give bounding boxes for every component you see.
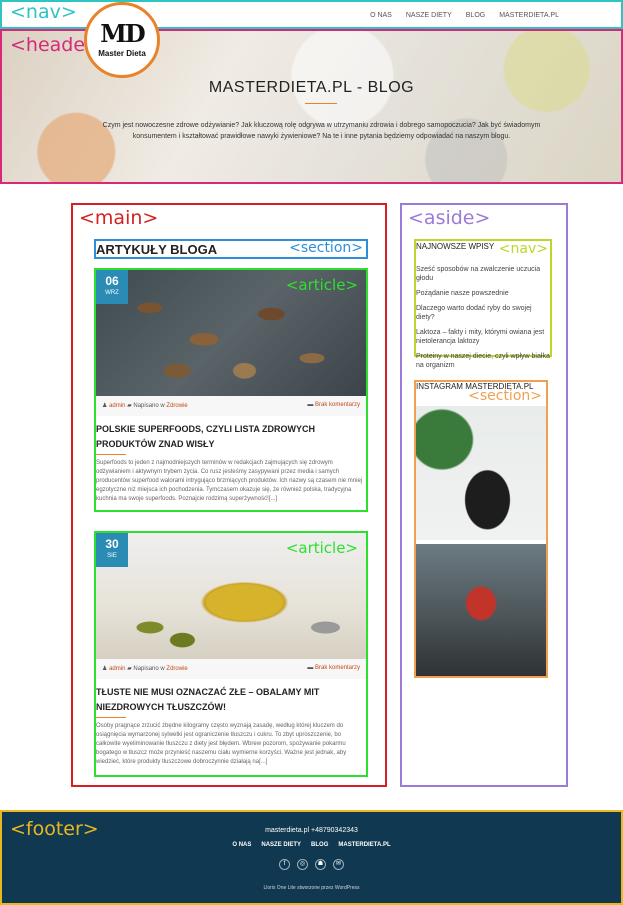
page-title: MASTERDIETA.PL - BLOG: [208, 79, 415, 96]
article-annotation: <article>: [285, 539, 358, 557]
nav-item-nasze-diety[interactable]: NASZE DIETY: [406, 12, 452, 19]
nav-annotation: <nav>: [10, 1, 77, 23]
article-image[interactable]: 06 WRZ <article>: [96, 270, 366, 396]
article-image[interactable]: 30 SIE <article>: [96, 533, 366, 659]
facebook-icon[interactable]: f: [279, 859, 290, 870]
instagram-photo[interactable]: [416, 406, 546, 540]
author-link[interactable]: admin: [109, 403, 125, 409]
logo-mark: MD: [100, 19, 145, 48]
site-logo[interactable]: MD Master Dieta: [84, 2, 160, 78]
section-heading: ARTYKUŁY BLOGA <section>: [94, 239, 368, 259]
date-badge: 30 SIE: [96, 533, 128, 567]
title-divider: [305, 103, 337, 104]
article-meta: ♟ admin ▰ Napisano w Zdrowie ▬ Brak kome…: [96, 396, 366, 416]
section-annotation: <section>: [289, 240, 363, 256]
category-link[interactable]: Zdrowie: [166, 666, 187, 672]
user-icon: ♟: [102, 403, 108, 409]
recent-posts-nav: NAJNOWSZE WPISY <nav> Sześć sposobów na …: [414, 239, 552, 369]
bag-icon[interactable]: ☗: [315, 859, 326, 870]
aside-annotation: <aside>: [408, 207, 491, 229]
article-title[interactable]: POLSKIE SUPERFOODS, CZYLI LISTA ZDROWYCH…: [96, 416, 366, 452]
article-card: 30 SIE <article> ♟ admin ▰ Napisano w Zd…: [94, 531, 368, 777]
chat-icon[interactable]: ✉: [333, 859, 344, 870]
page-footer: <footer> masterdieta.pl +48790342343 O N…: [0, 810, 623, 905]
header-description: Czym jest nowoczesne zdrowe odżywianie? …: [102, 122, 541, 140]
date-month: WRZ: [105, 290, 119, 296]
folder-icon: ▰: [127, 403, 132, 409]
category-prefix: Napisano w: [133, 403, 165, 409]
comments-link[interactable]: Brak komentarzy: [315, 402, 360, 408]
nav-item-o-nas[interactable]: O NAS: [370, 12, 392, 19]
date-day: 30: [105, 537, 119, 551]
page: <nav> O NAS NASZE DIETY BLOG MASTERDIETA…: [0, 0, 623, 905]
article-card: 06 WRZ <article> ♟ admin ▰ Napisano w Zd…: [94, 268, 368, 512]
footer-contact: masterdieta.pl +48790342343: [265, 827, 358, 834]
instagram-icon[interactable]: ◎: [297, 859, 308, 870]
date-badge: 06 WRZ: [96, 270, 128, 304]
footer-item-masterdieta[interactable]: MASTERDIETA.PL: [338, 842, 390, 848]
main-annotation: <main>: [79, 207, 159, 229]
author-meta: ♟ admin ▰ Napisano w Zdrowie: [102, 665, 188, 679]
recent-posts-title: NAJNOWSZE WPISY: [416, 242, 495, 251]
author-meta: ♟ admin ▰ Napisano w Zdrowie: [102, 402, 188, 416]
category-link[interactable]: Zdrowie: [166, 403, 187, 409]
instagram-section: INSTAGRAM MASTERDIETA.PL <section>: [414, 380, 548, 678]
date-month: SIE: [107, 553, 117, 559]
recent-post-link[interactable]: Dlaczego warto dodać ryby do swojej diet…: [416, 304, 550, 322]
folder-icon: ▰: [127, 666, 132, 672]
recent-post-link[interactable]: Pożądanie nasze powszednie: [416, 289, 550, 298]
article-meta: ♟ admin ▰ Napisano w Zdrowie ▬ Brak kome…: [96, 659, 366, 679]
recent-post-link[interactable]: Proteiny w naszej diecie, czyli wpływ bi…: [416, 352, 550, 370]
main-content: <main> ARTYKUŁY BLOGA <section> 06 WRZ <…: [71, 203, 387, 787]
nav-item-blog[interactable]: BLOG: [466, 12, 485, 19]
comments-meta: ▬ Brak komentarzy: [307, 402, 360, 416]
article-excerpt: Osoby pragnące zrzucić zbędne kilogramy …: [96, 723, 347, 765]
aside-nav-annotation: <nav>: [498, 241, 548, 257]
category-prefix: Napisano w: [133, 666, 165, 672]
recent-post-link[interactable]: Sześć sposobów na zwalczenie uczucia gło…: [416, 265, 550, 283]
comments-link[interactable]: Brak komentarzy: [315, 665, 360, 671]
date-day: 06: [105, 274, 119, 288]
article-title[interactable]: TŁUSTE NIE MUSI OZNACZAĆ ZŁE – OBALAMY M…: [96, 679, 366, 715]
comments-meta: ▬ Brak komentarzy: [307, 665, 360, 679]
footer-item-nasze-diety[interactable]: NASZE DIETY: [261, 842, 301, 848]
nav-item-masterdieta[interactable]: MASTERDIETA.PL: [499, 12, 559, 19]
footer-item-o-nas[interactable]: O NAS: [232, 842, 251, 848]
instagram-photo[interactable]: [416, 544, 546, 676]
author-link[interactable]: admin: [109, 666, 125, 672]
section-title: ARTYKUŁY BLOGA: [96, 242, 218, 257]
aside-section-annotation: <section>: [468, 388, 542, 404]
logo-text: Master Dieta: [98, 49, 146, 58]
user-icon: ♟: [102, 666, 108, 672]
footer-credit: Llorix One Lite stworzone przez WordPres…: [263, 885, 360, 891]
article-annotation: <article>: [285, 276, 358, 294]
sidebar: <aside> NAJNOWSZE WPISY <nav> Sześć spos…: [400, 203, 568, 787]
footer-menu: O NAS NASZE DIETY BLOG MASTERDIETA.PL: [2, 842, 621, 848]
recent-posts-list: Sześć sposobów na zwalczenie uczucia gło…: [416, 265, 550, 376]
recent-post-link[interactable]: Laktoza – fakty i mity, którymi owiana j…: [416, 328, 550, 346]
footer-item-blog[interactable]: BLOG: [311, 842, 328, 848]
comment-icon: ▬: [307, 665, 314, 671]
social-links: f ◎ ☗ ✉: [2, 859, 621, 870]
article-excerpt: Superfoods to jeden z najmodniejszych te…: [96, 460, 363, 502]
nav-menu: O NAS NASZE DIETY BLOG MASTERDIETA.PL: [370, 12, 559, 19]
comment-icon: ▬: [307, 402, 314, 408]
